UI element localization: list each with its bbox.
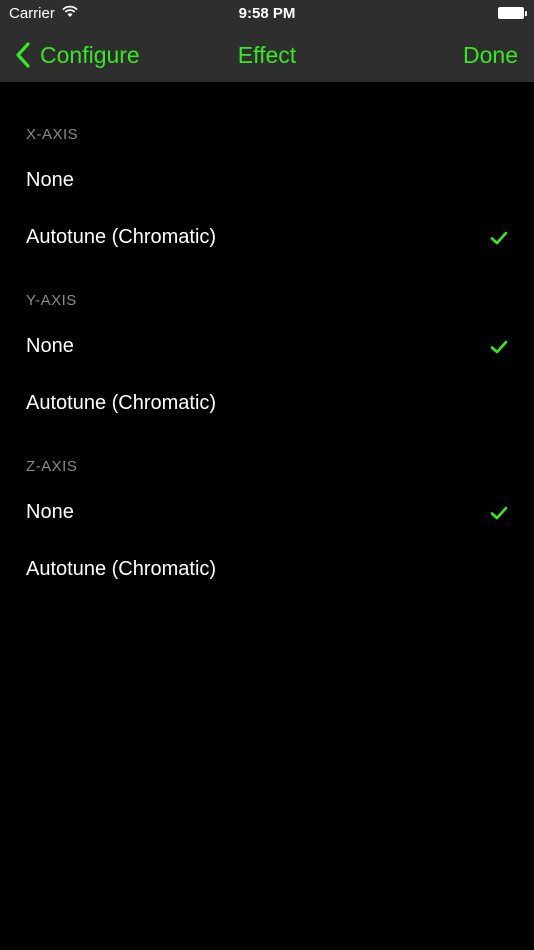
section-z-axis: Z-AXIS None Autotune (Chromatic) (0, 432, 534, 598)
page-title: Effect (237, 42, 297, 68)
section-header: Z-AXIS (26, 458, 78, 475)
checkmark-icon (490, 340, 508, 353)
option-label: Autotune (Chromatic) (26, 558, 217, 580)
status-bar: Carrier 9:58 PM (0, 0, 534, 28)
section-y-axis: Y-AXIS None Autotune (Chromatic) (0, 266, 534, 432)
checkmark-icon (490, 231, 508, 244)
option-row[interactable]: Autotune (Chromatic) (0, 375, 534, 432)
option-label: None (26, 169, 74, 191)
option-label: None (26, 501, 74, 523)
section-header: Y-AXIS (26, 292, 77, 309)
section-header: X-AXIS (26, 126, 79, 143)
option-label: None (26, 335, 74, 357)
option-row[interactable]: Autotune (Chromatic) (0, 209, 534, 266)
settings-list: X-AXIS None Autotune (Chromatic) Y-AXIS … (0, 82, 534, 598)
navigation-bar: Configure Effect Done (0, 28, 534, 82)
option-label: Autotune (Chromatic) (26, 226, 217, 248)
option-row[interactable]: None (0, 152, 534, 209)
status-time: 9:58 PM (238, 5, 296, 22)
option-row[interactable]: None (0, 318, 534, 375)
checkmark-icon (490, 506, 508, 519)
section-x-axis: X-AXIS None Autotune (Chromatic) (0, 82, 534, 266)
option-label: Autotune (Chromatic) (26, 392, 217, 414)
done-button[interactable]: Done (463, 42, 518, 69)
option-row[interactable]: None (0, 484, 534, 541)
option-row[interactable]: Autotune (Chromatic) (0, 541, 534, 598)
battery-icon (498, 7, 527, 19)
